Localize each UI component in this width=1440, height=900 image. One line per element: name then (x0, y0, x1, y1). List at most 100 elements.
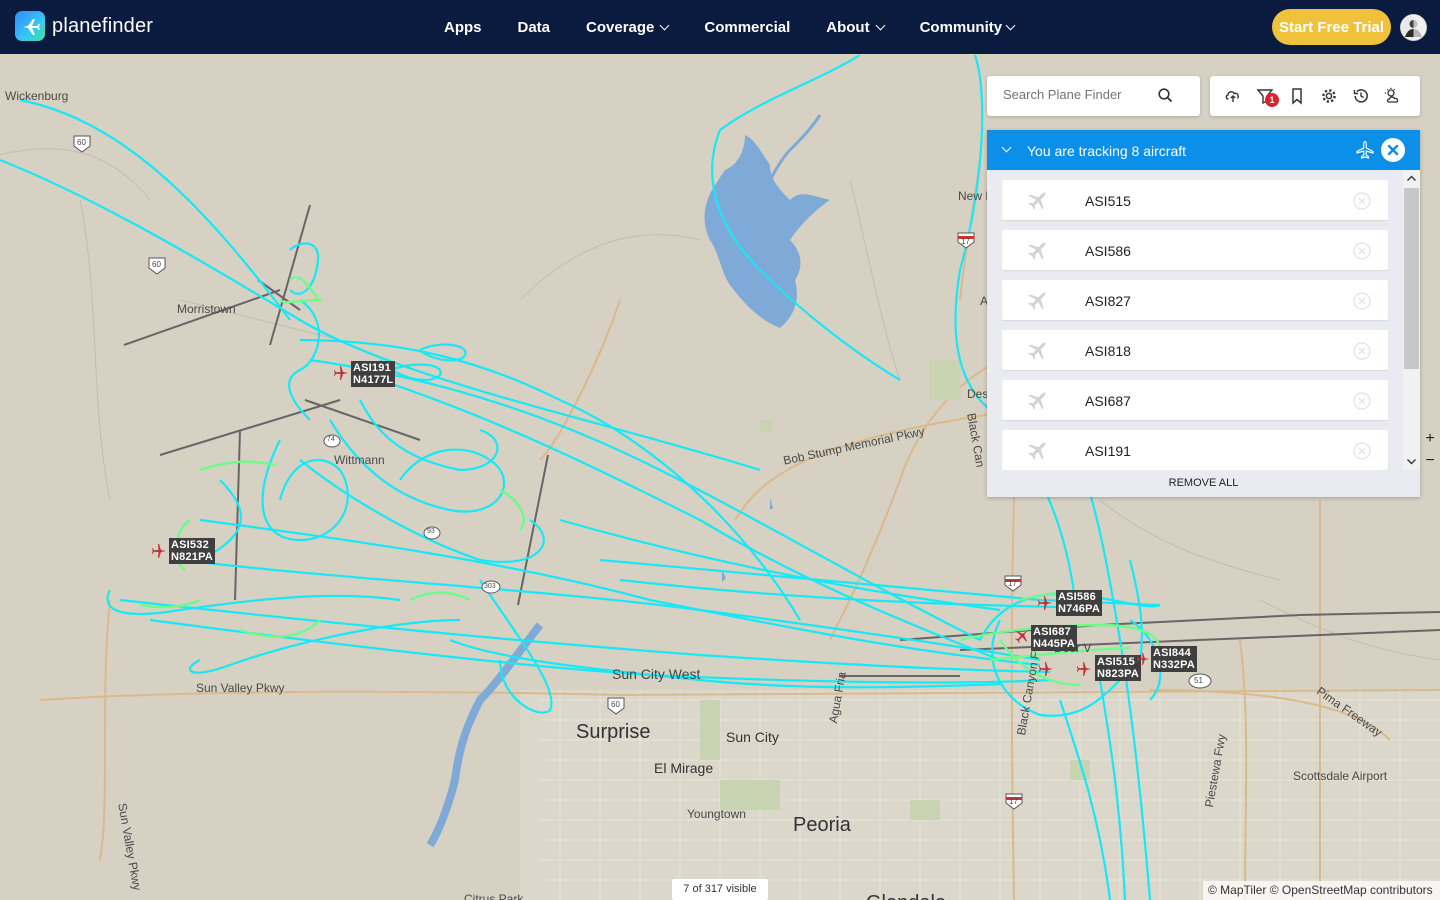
place-peoria: Peoria (793, 814, 851, 836)
zoom-in-button[interactable]: + (1420, 430, 1440, 448)
aircraft-callsign: ASI827 (1085, 293, 1131, 309)
history-icon[interactable] (1352, 87, 1370, 105)
list-item[interactable]: ASI827 (1002, 280, 1388, 320)
aircraft-icon (1028, 392, 1046, 410)
list-item[interactable]: ASI586 (1002, 230, 1388, 270)
place-des: Des (967, 387, 989, 401)
list-item[interactable]: ASI687 (1002, 380, 1388, 420)
nav-coverage-label: Coverage (586, 18, 655, 36)
aircraft-marker-icon[interactable] (333, 365, 349, 381)
nav-apps[interactable]: Apps (444, 19, 482, 36)
zoom-out-button[interactable]: − (1420, 452, 1440, 470)
aircraft-callsign: ASI586 (1085, 243, 1131, 259)
search-input[interactable] (1001, 86, 1165, 103)
tracking-panel-header: You are tracking 8 aircraft (987, 130, 1420, 170)
tag-registration: N746PA (1058, 603, 1100, 615)
aircraft-marker-icon[interactable] (1076, 661, 1092, 677)
shield-sr303: 303 (484, 583, 496, 590)
scrollbar-thumb[interactable] (1404, 188, 1419, 369)
shield-sr74: 74 (327, 436, 335, 443)
tag-registration: N821PA (171, 551, 213, 563)
chevron-down-icon (659, 20, 670, 30)
aircraft-icon (1028, 342, 1046, 360)
nav-community-label: Community (919, 18, 1003, 36)
aircraft-icon (1028, 192, 1046, 210)
remove-aircraft-icon[interactable] (1353, 192, 1371, 210)
close-panel-button[interactable] (1381, 138, 1405, 162)
shield-i17-b: 17 (1008, 579, 1017, 588)
aircraft-tag-asi844[interactable]: ASI844 N332PA (1151, 646, 1197, 672)
aircraft-marker-icon[interactable] (151, 543, 167, 559)
aircraft-callsign: ASI191 (1085, 443, 1131, 459)
tag-callsign: ASI532 (171, 539, 209, 551)
nav-commercial[interactable]: Commercial (704, 19, 790, 36)
list-item[interactable]: ASI191 (1002, 430, 1388, 470)
tag-registration: N445PA (1033, 638, 1075, 650)
top-navbar: planefinder Apps Data Coverage Commercia… (0, 0, 1440, 54)
aircraft-marker-icon[interactable] (1038, 661, 1054, 677)
map-toolbar (1210, 76, 1420, 116)
aircraft-tag-asi191[interactable]: ASI191 N4177L (351, 361, 396, 387)
nav-data[interactable]: Data (518, 19, 551, 36)
tag-callsign: ASI515 (1097, 656, 1135, 668)
bookmark-icon[interactable] (1288, 87, 1306, 105)
nav-coverage[interactable]: Coverage (586, 18, 670, 36)
remove-aircraft-icon[interactable] (1353, 242, 1371, 260)
list-item[interactable]: ASI515 (1002, 180, 1388, 220)
nav-community[interactable]: Community (919, 18, 1016, 36)
shield-us60-c: 60 (611, 700, 620, 709)
avatar[interactable] (1400, 14, 1427, 41)
tag-registration: N823PA (1097, 668, 1139, 680)
app-root: planefinder Apps Data Coverage Commercia… (0, 0, 1440, 900)
nav-data-label: Data (517, 18, 551, 36)
place-wittmann: Wittmann (334, 453, 385, 467)
scroll-up-icon[interactable] (1403, 170, 1420, 187)
aircraft-marker-icon[interactable] (1014, 628, 1030, 644)
start-free-trial-button[interactable]: Start Free Trial (1272, 9, 1391, 45)
aircraft-tag-asi586[interactable]: ASI586 N746PA (1056, 590, 1102, 616)
aircraft-callsign: ASI687 (1085, 393, 1131, 409)
aircraft-marker-icon[interactable] (1136, 652, 1150, 666)
collapse-chevron-icon[interactable] (1001, 142, 1012, 153)
main-nav: Apps Data Coverage Commercial About Comm… (444, 0, 1050, 54)
aircraft-tag-asi532[interactable]: ASI532 N821PA (169, 538, 215, 564)
shield-i17-a: 17 (961, 237, 970, 246)
place-sun-city: Sun City (726, 729, 779, 745)
shield-us60-a: 60 (77, 138, 86, 147)
place-el-mirage: El Mirage (654, 760, 714, 776)
weather-icon[interactable] (1384, 87, 1402, 105)
tracking-panel: You are tracking 8 aircraft ASI515 ASI58… (987, 130, 1420, 497)
remove-aircraft-icon[interactable] (1353, 392, 1371, 410)
nav-commercial-label: Commercial (704, 18, 791, 36)
remove-aircraft-icon[interactable] (1353, 292, 1371, 310)
cloud-upload-icon[interactable] (1224, 87, 1242, 105)
place-glendale: Glendale (866, 892, 946, 900)
remove-aircraft-icon[interactable] (1353, 442, 1371, 460)
search-icon[interactable] (1158, 88, 1173, 103)
shield-us93: 93 (427, 528, 435, 535)
visible-aircraft-count: 7 of 317 visible (672, 879, 768, 900)
filter-count-badge: 1 (1265, 93, 1279, 107)
aircraft-tag-asi515[interactable]: ASI515 N823PA (1095, 655, 1141, 681)
settings-gear-icon[interactable] (1320, 87, 1338, 105)
plane-outline-icon (1356, 140, 1374, 159)
tracking-title: You are tracking 8 aircraft (1027, 143, 1187, 159)
place-wickenburg: Wickenburg (5, 89, 69, 103)
map-attribution[interactable]: © MapTiler © OpenStreetMap contributors (1203, 881, 1440, 900)
shield-sr51: 51 (1194, 676, 1203, 685)
road-sun-valley-pkwy: Sun Valley Pkwy (196, 681, 285, 695)
place-scottsdale-airport: Scottsdale Airport (1293, 769, 1388, 783)
remove-all-button[interactable]: REMOVE ALL (987, 470, 1420, 497)
tag-registration: N332PA (1153, 659, 1195, 671)
tag-callsign: ASI844 (1153, 647, 1191, 659)
list-item[interactable]: ASI818 (1002, 330, 1388, 370)
brand-logo[interactable]: planefinder (15, 11, 153, 41)
aircraft-marker-icon[interactable] (1037, 595, 1053, 611)
remove-aircraft-icon[interactable] (1353, 342, 1371, 360)
place-surprise: Surprise (576, 721, 651, 743)
planefinder-logo-icon (15, 11, 45, 41)
scroll-down-icon[interactable] (1403, 453, 1420, 470)
aircraft-icon (1028, 292, 1046, 310)
nav-about[interactable]: About (826, 19, 886, 36)
aircraft-tag-asi687[interactable]: ASI687 N445PA (1031, 625, 1077, 651)
